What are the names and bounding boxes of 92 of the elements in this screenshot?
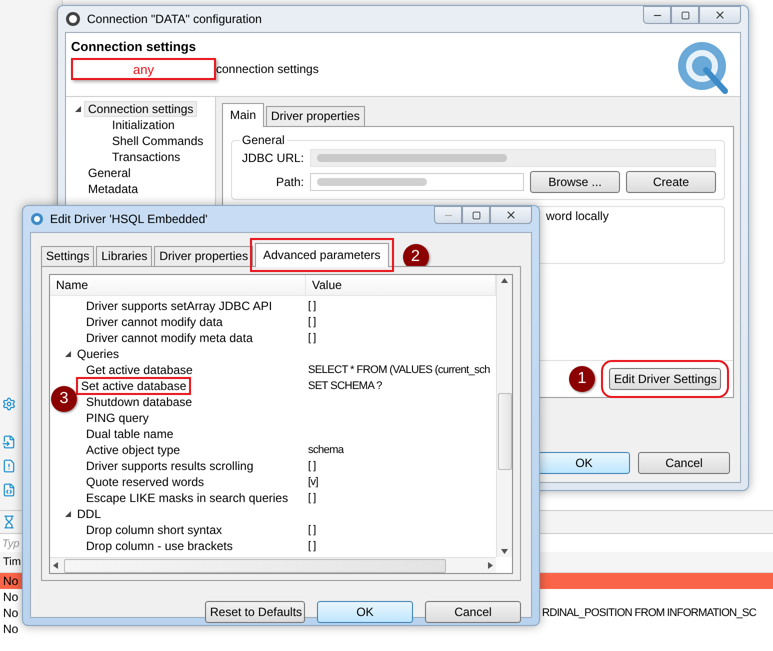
property-value: SET SCHEMA ? (307, 380, 382, 392)
group-row-label[interactable]: Queries (64, 347, 120, 361)
property-name[interactable]: Set active database (78, 379, 190, 393)
page-subtitle: connection settings (216, 62, 319, 76)
dialog-button[interactable]: OK (317, 601, 413, 623)
property-name[interactable]: Drop column short syntax (86, 523, 222, 537)
property-value: [ ] (307, 540, 316, 552)
nav-item[interactable]: Transactions (108, 149, 184, 165)
dialog-button[interactable]: Cancel (638, 452, 730, 474)
settings-icon[interactable] (2, 397, 16, 411)
hourglass-icon[interactable] (2, 515, 16, 529)
group-title: General (241, 133, 286, 147)
close-icon (505, 209, 517, 221)
scroll-thumb[interactable] (64, 558, 446, 572)
property-name[interactable]: Driver supports results scrolling (86, 459, 254, 473)
filter-field[interactable]: Typ (2, 536, 21, 552)
property-name[interactable]: Shutdown database (86, 395, 192, 409)
dialog-button[interactable]: Reset to Defaults (205, 601, 305, 623)
window-title: Edit Driver 'HSQL Embedded' (50, 212, 209, 226)
nav-item[interactable]: Connection settings (84, 101, 198, 117)
app-icon (65, 11, 81, 27)
page-title: Connection settings (71, 39, 197, 54)
scroll-thumb[interactable] (498, 393, 512, 470)
column-header[interactable]: Name (50, 275, 306, 295)
nav-item[interactable]: Metadata (84, 181, 142, 197)
property-name[interactable]: PING query (86, 411, 149, 425)
property-name[interactable]: Dual table name (86, 427, 174, 441)
scroll-down-icon[interactable] (501, 549, 508, 554)
tab[interactable]: Driver properties (266, 106, 365, 126)
time-cell-text: No (3, 590, 20, 604)
path-field[interactable] (310, 173, 524, 191)
maximize-icon (680, 10, 690, 20)
group-row-label[interactable]: DDL (64, 507, 102, 521)
property-value: [ ] (307, 492, 316, 504)
scroll-right-icon[interactable] (488, 562, 493, 569)
property-name[interactable]: Driver cannot modify meta data (86, 331, 253, 345)
nav-item[interactable]: Initialization (108, 117, 179, 133)
tab[interactable]: Settings (41, 246, 94, 266)
window-title: Connection "DATA" configuration (87, 12, 263, 26)
document-code-icon[interactable] (2, 483, 16, 497)
property-value: [v] (307, 476, 318, 488)
step-badge: 1 (569, 366, 595, 392)
maximize-button[interactable] (462, 206, 490, 224)
property-value: [ ] (307, 524, 316, 536)
nav-item[interactable]: Shell Commands (108, 133, 208, 149)
dialog-button[interactable]: OK (538, 452, 630, 474)
expanded-icon[interactable] (64, 350, 72, 358)
time-cell-text: No (3, 574, 20, 588)
horizontal-scrollbar[interactable] (50, 557, 496, 573)
step-badge: 3 (51, 386, 77, 412)
expanded-icon[interactable] (64, 510, 72, 518)
maximize-button[interactable] (671, 6, 699, 24)
maximize-icon (472, 210, 480, 220)
scroll-up-icon[interactable] (501, 278, 508, 283)
property-value: SELECT * FROM (VALUES (current_sch (307, 364, 490, 376)
property-name[interactable]: Driver supports setArray JDBC API (86, 299, 272, 313)
property-name[interactable]: Quote reserved words (86, 475, 204, 489)
property-name[interactable]: Escape LIKE masks in search queries (86, 491, 288, 505)
property-value: [ ] (307, 332, 316, 344)
dialog-button[interactable]: Cancel (425, 601, 521, 623)
property-value: schema (307, 444, 344, 456)
tab[interactable]: Driver properties (154, 246, 254, 266)
app-icon (30, 212, 44, 226)
document-warning-icon[interactable] (2, 459, 16, 473)
field-label: JDBC URL: (240, 151, 304, 165)
field-label: Path: (274, 175, 304, 189)
close-button[interactable] (699, 6, 741, 24)
property-value: [ ] (307, 460, 316, 472)
expanded-icon[interactable] (74, 105, 82, 113)
property-name[interactable]: Get active database (86, 363, 193, 377)
option-label: word locally (546, 209, 609, 223)
scroll-left-icon[interactable] (53, 562, 58, 569)
dialog-button[interactable]: Browse ... (530, 171, 620, 193)
dialog-button[interactable]: Create (626, 171, 716, 193)
url-field[interactable] (310, 149, 716, 167)
vertical-scrollbar[interactable] (496, 275, 512, 557)
highlighted-text: any (71, 58, 216, 80)
close-icon (714, 9, 726, 21)
column-header[interactable]: Tim (3, 556, 21, 568)
property-value: [ ] (307, 300, 316, 312)
time-cell-text: No (3, 622, 20, 636)
document-arrow-icon[interactable] (2, 435, 16, 449)
time-cell-text: No (3, 606, 20, 620)
tab[interactable]: Libraries (96, 246, 152, 266)
property-name[interactable]: Driver cannot modify data (86, 315, 223, 329)
close-button[interactable] (490, 206, 532, 224)
property-name[interactable]: Active object type (86, 443, 180, 457)
tab[interactable]: Main (222, 103, 264, 127)
property-name[interactable]: Drop column - use brackets (86, 539, 233, 553)
query-cell: RDINAL_POSITION FROM INFORMATION_SC (542, 607, 756, 619)
nav-item[interactable]: General (84, 165, 135, 181)
property-value: [ ] (307, 316, 316, 328)
